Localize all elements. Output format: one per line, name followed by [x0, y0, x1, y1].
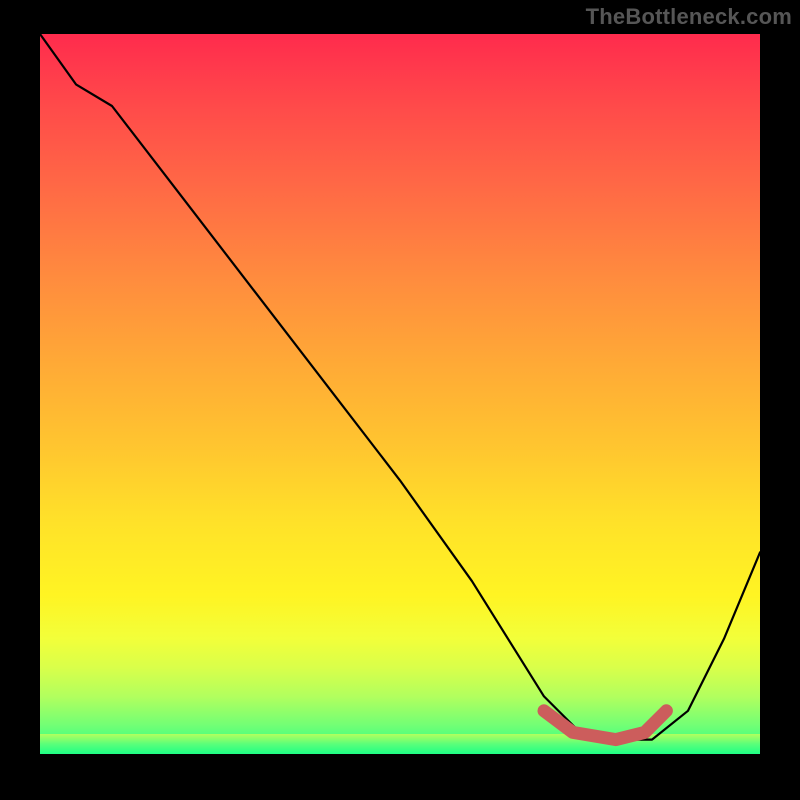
plot-area: [40, 34, 760, 754]
chart-container: TheBottleneck.com: [0, 0, 800, 800]
bottleneck-curve: [40, 34, 760, 740]
plot-svg: [40, 34, 760, 754]
attribution-label: TheBottleneck.com: [586, 4, 792, 30]
